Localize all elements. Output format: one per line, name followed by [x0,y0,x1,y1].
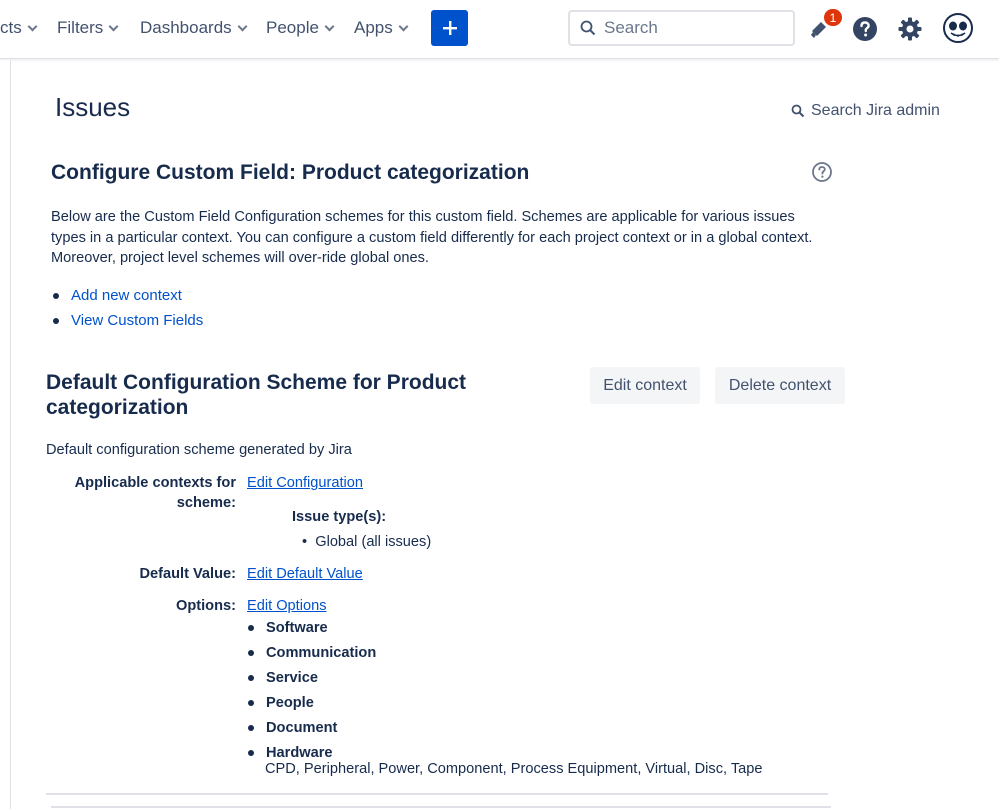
bullet: • [302,534,316,550]
field-links: Add new context View Custom Fields [51,283,203,333]
plus-icon [442,21,457,35]
search-icon [791,104,805,118]
option-document: Document [266,719,338,736]
options-list: Software Communication Service People Do… [247,615,376,765]
options-label: Options: [176,598,236,614]
question-circle-icon [812,162,832,182]
profile-avatar[interactable] [942,12,974,44]
chevron-down-icon [324,21,335,31]
bullet [248,624,254,631]
option-people: People [266,694,314,711]
nav-dashboards-label: Dashboards [140,18,232,37]
scheme-title: Default Configuration Scheme for Product… [46,371,467,419]
nav-projects-label: cts [0,18,22,37]
notification-badge: 1 [823,8,843,27]
nav-people-label: People [266,18,319,37]
nav-filters[interactable]: Filters [57,18,119,38]
edit-configuration-link[interactable]: Edit Configuration [247,473,363,493]
bullet [53,317,59,324]
nav-people[interactable]: People [266,18,335,38]
field-description: Below are the Custom Field Configuration… [51,209,813,266]
bullet [248,649,254,656]
option-software: Software [266,619,328,636]
create-button[interactable] [431,10,468,46]
bullet [248,724,254,731]
search-jira-admin-label: Search Jira admin [811,102,940,119]
default-value-label: Default Value: [139,566,236,582]
issue-types-label: Issue type(s): [292,509,387,525]
chevron-down-icon [108,21,119,31]
nav-dashboards[interactable]: Dashboards [140,18,248,38]
applicable-contexts-label: Applicable contexts for scheme: [74,475,236,511]
list-item: Add new context [51,283,203,308]
issue-types-text: Global (all issues) [315,534,432,550]
help-icon [853,17,877,41]
view-custom-fields-link[interactable]: View Custom Fields [71,312,203,329]
settings-button[interactable] [895,14,925,44]
nav-apps[interactable]: Apps [354,18,409,38]
option-hardware: Hardware [266,744,333,761]
sidebar-edge [0,60,11,809]
bullet [53,292,59,299]
help-button[interactable] [850,14,880,44]
list-item: View Custom Fields [51,308,203,333]
issue-types-value: • Global (all issues) [302,532,431,552]
field-help-button[interactable] [811,161,833,183]
search-icon [580,20,596,36]
bullet [248,749,254,756]
section-divider [51,806,831,808]
search-input[interactable] [604,18,774,38]
page-title: Issues [55,92,131,122]
scheme-description: Default configuration scheme generated b… [46,442,352,458]
search-jira-admin-link[interactable]: Search Jira admin [791,102,940,120]
bullet [248,699,254,706]
hardware-suboptions: CPD, Peripheral, Power, Component, Proce… [265,761,763,777]
delete-context-button[interactable]: Delete context [715,367,845,404]
top-navigation: cts Filters Dashboards People Apps Searc… [0,0,999,59]
list-item: Communication [247,640,376,665]
option-service: Service [266,669,318,686]
nav-apps-label: Apps [354,18,393,37]
search-box[interactable] [568,10,795,46]
chevron-down-icon [27,21,38,31]
nav-projects[interactable]: cts [0,18,38,38]
list-item: People [247,690,376,715]
gear-icon [898,17,922,41]
edit-default-value-link[interactable]: Edit Default Value [247,564,363,584]
add-new-context-link[interactable]: Add new context [71,287,182,304]
list-item: Service [247,665,376,690]
list-item: Document [247,715,376,740]
section-divider [46,793,828,795]
avatar [943,13,973,43]
nav-filters-label: Filters [57,18,104,37]
list-item: Software [247,615,376,640]
bullet [248,674,254,681]
option-communication: Communication [266,644,377,661]
section-title: Configure Custom Field: Product categori… [51,161,530,184]
edit-options-link[interactable]: Edit Options [247,596,327,616]
edit-context-button[interactable]: Edit context [590,367,700,404]
chevron-down-icon [237,21,248,31]
chevron-down-icon [398,21,409,31]
